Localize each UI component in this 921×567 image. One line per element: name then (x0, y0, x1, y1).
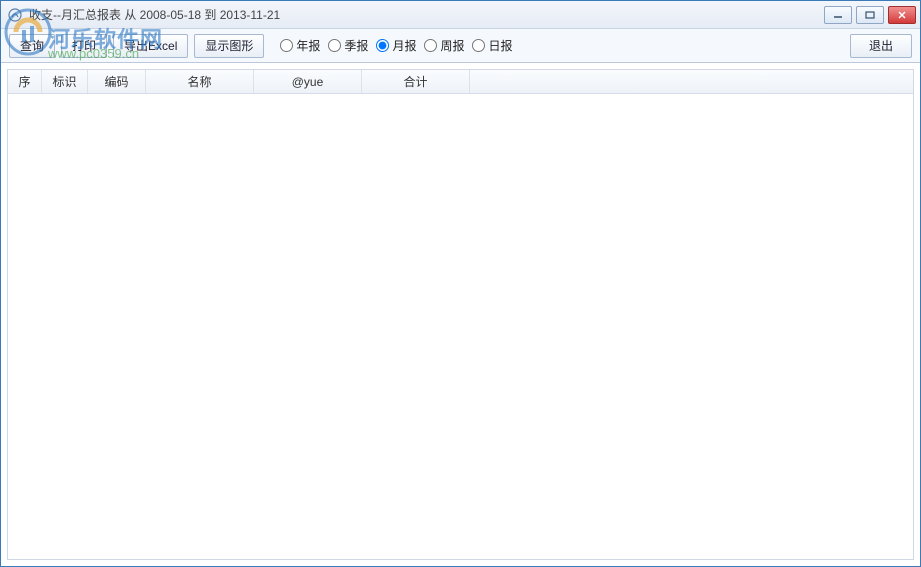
radio-quarter-input[interactable] (328, 39, 341, 52)
radio-month-label: 月报 (392, 37, 416, 54)
radio-month-input[interactable] (376, 39, 389, 52)
radio-year[interactable]: 年报 (278, 37, 322, 54)
exit-button[interactable]: 退出 (850, 34, 912, 58)
grid-body[interactable] (8, 94, 913, 559)
column-total[interactable]: 合计 (362, 70, 470, 93)
radio-day-input[interactable] (472, 39, 485, 52)
show-chart-button[interactable]: 显示图形 (194, 34, 264, 58)
data-grid[interactable]: 序 标识 编码 名称 @yue 合计 (7, 69, 914, 560)
column-seq[interactable]: 序 (8, 70, 42, 93)
titlebar: 收支--月汇总报表 从 2008-05-18 到 2013-11-21 (1, 1, 920, 29)
app-window: 收支--月汇总报表 从 2008-05-18 到 2013-11-21 查询 打… (0, 0, 921, 567)
radio-day[interactable]: 日报 (470, 37, 514, 54)
radio-quarter-label: 季报 (344, 37, 368, 54)
toolbar: 查询 打印 导出Excel 显示图形 年报 季报 月报 周报 日报 (1, 29, 920, 63)
radio-week-label: 周报 (440, 37, 464, 54)
column-flag[interactable]: 标识 (42, 70, 88, 93)
radio-week[interactable]: 周报 (422, 37, 466, 54)
window-controls (824, 6, 916, 24)
window-title: 收支--月汇总报表 从 2008-05-18 到 2013-11-21 (29, 6, 824, 23)
content-area: 序 标识 编码 名称 @yue 合计 (1, 63, 920, 566)
column-name[interactable]: 名称 (146, 70, 254, 93)
print-button[interactable]: 打印 (61, 34, 107, 58)
query-button[interactable]: 查询 (9, 34, 55, 58)
app-icon (7, 7, 23, 23)
close-button[interactable] (888, 6, 916, 24)
radio-year-label: 年报 (296, 37, 320, 54)
maximize-button[interactable] (856, 6, 884, 24)
radio-week-input[interactable] (424, 39, 437, 52)
column-code[interactable]: 编码 (88, 70, 146, 93)
radio-day-label: 日报 (488, 37, 512, 54)
column-yue[interactable]: @yue (254, 70, 362, 93)
minimize-button[interactable] (824, 6, 852, 24)
radio-month[interactable]: 月报 (374, 37, 418, 54)
radio-year-input[interactable] (280, 39, 293, 52)
report-period-group: 年报 季报 月报 周报 日报 (278, 37, 514, 54)
radio-quarter[interactable]: 季报 (326, 37, 370, 54)
grid-header: 序 标识 编码 名称 @yue 合计 (8, 70, 913, 94)
export-excel-button[interactable]: 导出Excel (113, 34, 188, 58)
